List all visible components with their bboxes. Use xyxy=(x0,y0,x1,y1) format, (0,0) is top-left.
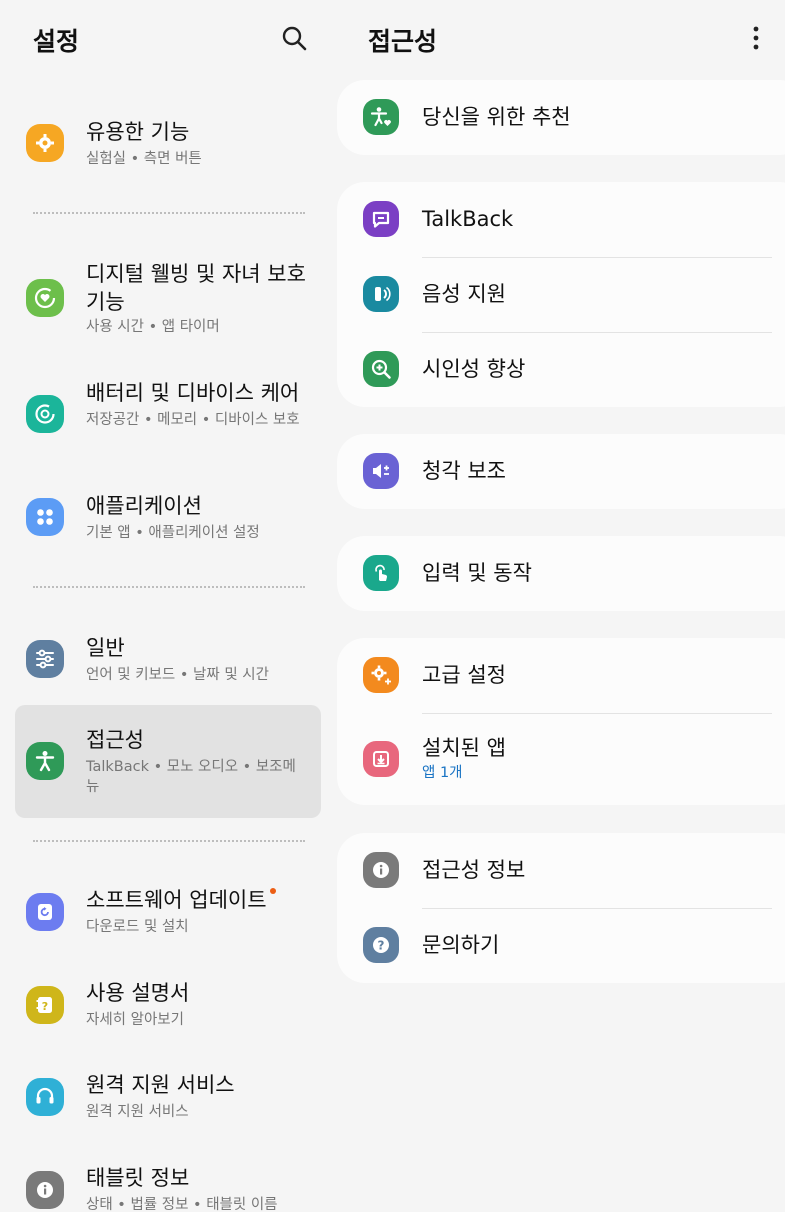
puzzle-gear-icon xyxy=(26,124,64,162)
item-voice-assistant[interactable]: 음성 지원 xyxy=(337,257,785,332)
card-about: 접근성 정보 ? 문의하기 xyxy=(337,833,785,983)
menu-item-subtitle: TalkBack • 모노 오디오 • 보조메뉴 xyxy=(86,759,296,795)
menu-item-applications[interactable]: 애플리케이션 기본 앱 • 애플리케이션 설정 xyxy=(15,482,321,558)
more-options-button[interactable] xyxy=(740,20,772,56)
item-about-accessibility[interactable]: 접근성 정보 xyxy=(337,833,785,908)
update-icon xyxy=(26,893,64,931)
item-title: 설치된 앱 xyxy=(422,736,506,760)
item-hearing-enhancements[interactable]: 청각 보조 xyxy=(337,434,785,509)
divider xyxy=(33,586,305,588)
menu-item-title: 소프트웨어 업데이트 xyxy=(86,888,267,912)
manual-icon: ? xyxy=(26,986,64,1024)
divider xyxy=(33,212,305,214)
device-care-icon xyxy=(26,395,64,433)
item-title: 시인성 향상 xyxy=(422,357,526,381)
search-icon xyxy=(282,26,307,51)
item-contact-us[interactable]: ? 문의하기 xyxy=(337,908,785,983)
menu-item-title: 애플리케이션 xyxy=(86,494,202,518)
card-vision: TalkBack 음성 지원 시인성 향상 xyxy=(337,182,785,407)
magnify-plus-icon xyxy=(363,351,399,387)
item-installed-apps[interactable]: 설치된 앱 앱 1개 xyxy=(337,713,785,805)
menu-item-software-update[interactable]: 소프트웨어 업데이트 다운로드 및 설치 xyxy=(15,876,321,952)
card-advanced: 고급 설정 설치된 앱 앱 1개 xyxy=(337,638,785,805)
menu-item-subtitle: 사용 시간 • 앱 타이머 xyxy=(86,319,220,335)
menu-item-title: 접근성 xyxy=(86,728,144,752)
item-title: 입력 및 동작 xyxy=(422,561,532,585)
headset-icon xyxy=(26,1078,64,1116)
accessibility-heart-icon xyxy=(363,99,399,135)
menu-item-useful-features[interactable]: 유용한 기능 실험실 • 측면 버튼 xyxy=(15,108,321,184)
item-visibility-enhancements[interactable]: 시인성 향상 xyxy=(337,332,785,407)
menu-item-title: 일반 xyxy=(86,636,125,660)
divider xyxy=(33,840,305,842)
heart-circle-icon xyxy=(26,279,64,317)
accessibility-icon xyxy=(26,742,64,780)
voice-assistant-icon xyxy=(363,276,399,312)
item-title: TalkBack xyxy=(422,207,514,231)
item-talkback[interactable]: TalkBack xyxy=(337,182,785,257)
search-button[interactable] xyxy=(276,20,312,56)
menu-item-subtitle: 원격 지원 서비스 xyxy=(86,1104,189,1120)
detail-title: 접근성 xyxy=(368,27,438,56)
menu-item-accessibility[interactable]: 접근성 TalkBack • 모노 오디오 • 보조메뉴 xyxy=(15,705,321,818)
menu-item-title: 배터리 및 디바이스 케어 xyxy=(86,381,300,405)
svg-text:?: ? xyxy=(42,1000,48,1013)
update-badge-dot xyxy=(269,888,276,894)
menu-item-subtitle: 언어 및 키보드 • 날짜 및 시간 xyxy=(86,667,269,683)
menu-item-title: 유용한 기능 xyxy=(86,120,190,144)
card-recommended: 당신을 위한 추천 xyxy=(337,80,785,155)
menu-item-title: 사용 설명서 xyxy=(86,981,190,1005)
menu-item-subtitle: 다운로드 및 설치 xyxy=(86,919,189,935)
menu-item-title: 원격 지원 서비스 xyxy=(86,1073,235,1097)
page-title: 설정 xyxy=(33,27,80,56)
menu-item-subtitle: 실험실 • 측면 버튼 xyxy=(86,151,202,167)
menu-item-tablet-info[interactable]: 태블릿 정보 상태 • 법률 정보 • 태블릿 이름 xyxy=(15,1154,321,1212)
apps-grid-icon xyxy=(26,498,64,536)
settings-menu-pane: 설정 유용한 기능 실험실 • 측면 버튼 디지털 웰빙 및 자녀 보호 기능 … xyxy=(0,0,336,1212)
item-title: 문의하기 xyxy=(422,933,500,957)
item-interaction-dexterity[interactable]: 입력 및 동작 xyxy=(337,536,785,611)
more-vert-icon xyxy=(753,26,759,50)
item-subtitle: 앱 1개 xyxy=(422,765,463,781)
hearing-icon xyxy=(363,453,399,489)
menu-item-digital-wellbeing[interactable]: 디지털 웰빙 및 자녀 보호 기능 사용 시간 • 앱 타이머 xyxy=(15,250,321,346)
help-icon: ? xyxy=(363,927,399,963)
menu-item-subtitle: 자세히 알아보기 xyxy=(86,1012,184,1028)
menu-item-battery-device-care[interactable]: 배터리 및 디바이스 케어 저장공간 • 메모리 • 디바이스 보호 xyxy=(15,370,321,458)
svg-text:?: ? xyxy=(378,939,385,953)
item-title: 접근성 정보 xyxy=(422,858,526,882)
touch-icon xyxy=(363,555,399,591)
item-recommended-for-you[interactable]: 당신을 위한 추천 xyxy=(337,80,785,155)
item-title: 청각 보조 xyxy=(422,459,506,483)
item-advanced-settings[interactable]: 고급 설정 xyxy=(337,638,785,713)
talkback-icon xyxy=(363,201,399,237)
menu-item-subtitle: 상태 • 법률 정보 • 태블릿 이름 xyxy=(86,1197,278,1212)
menu-item-subtitle: 저장공간 • 메모리 • 디바이스 보호 xyxy=(86,412,300,428)
info-icon xyxy=(26,1171,64,1209)
menu-item-general[interactable]: 일반 언어 및 키보드 • 날짜 및 시간 xyxy=(15,624,321,700)
installed-apps-icon xyxy=(363,741,399,777)
advanced-gear-icon xyxy=(363,657,399,693)
menu-item-remote-support[interactable]: 원격 지원 서비스 원격 지원 서비스 xyxy=(15,1061,321,1137)
card-interaction: 입력 및 동작 xyxy=(337,536,785,611)
card-hearing: 청각 보조 xyxy=(337,434,785,509)
sliders-icon xyxy=(26,640,64,678)
item-title: 당신을 위한 추천 xyxy=(422,105,571,129)
info-icon xyxy=(363,852,399,888)
item-title: 고급 설정 xyxy=(422,663,506,687)
menu-item-title: 디지털 웰빙 및 자녀 보호 기능 xyxy=(86,262,306,314)
item-title: 음성 지원 xyxy=(422,282,506,306)
menu-item-subtitle: 기본 앱 • 애플리케이션 설정 xyxy=(86,525,260,541)
menu-item-title: 태블릿 정보 xyxy=(86,1166,190,1190)
menu-item-user-manual[interactable]: ? 사용 설명서 자세히 알아보기 xyxy=(15,969,321,1045)
